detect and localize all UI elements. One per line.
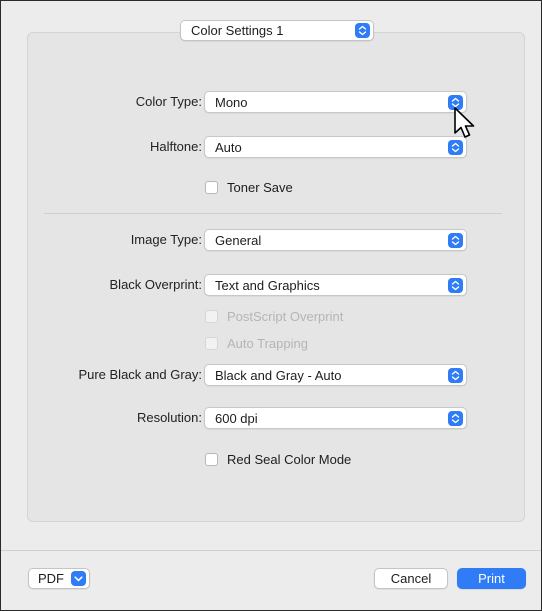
section-divider — [44, 213, 502, 214]
postscript-overprint-label: PostScript Overprint — [227, 309, 344, 324]
halftone-select[interactable]: Auto — [204, 136, 467, 158]
stepper-arrows-icon — [448, 278, 463, 293]
pure-black-gray-value: Black and Gray - Auto — [215, 368, 342, 383]
chevron-down-icon — [71, 571, 86, 586]
color-type-select[interactable]: Mono — [204, 91, 467, 113]
checkbox-box — [205, 310, 218, 323]
image-type-select[interactable]: General — [204, 229, 467, 251]
stepper-arrows-icon — [355, 23, 370, 38]
pure-black-gray-label: Pure Black and Gray: — [78, 367, 202, 382]
checkbox-box — [205, 337, 218, 350]
color-type-value: Mono — [215, 95, 248, 110]
checkbox-box[interactable] — [205, 453, 218, 466]
color-type-label: Color Type: — [135, 94, 202, 109]
resolution-select[interactable]: 600 dpi — [204, 407, 467, 429]
mouse-pointer-icon — [454, 107, 475, 138]
checkbox-box[interactable] — [205, 181, 218, 194]
black-overprint-value: Text and Graphics — [215, 278, 320, 293]
panel-selector-popup[interactable]: Color Settings 1 — [180, 20, 374, 41]
print-button[interactable]: Print — [457, 568, 526, 589]
resolution-value: 600 dpi — [215, 411, 258, 426]
halftone-value: Auto — [215, 140, 242, 155]
print-dialog: Color Settings 1 Color Type: Mono Halfto… — [0, 0, 542, 611]
stepper-arrows-icon — [448, 368, 463, 383]
image-type-value: General — [215, 233, 262, 248]
cancel-button[interactable]: Cancel — [374, 568, 448, 589]
auto-trapping-label: Auto Trapping — [227, 336, 308, 351]
stepper-arrows-icon — [448, 411, 463, 426]
panel-selector-value: Color Settings 1 — [191, 23, 284, 38]
pure-black-gray-select[interactable]: Black and Gray - Auto — [204, 364, 467, 386]
toner-save-label: Toner Save — [227, 180, 293, 195]
resolution-label: Resolution: — [136, 410, 202, 425]
black-overprint-label: Black Overprint: — [109, 277, 202, 292]
pdf-button-label: PDF — [38, 571, 64, 586]
stepper-arrows-icon — [448, 233, 463, 248]
halftone-label: Halftone: — [149, 139, 202, 154]
footer-divider — [1, 550, 541, 551]
pdf-menu-button[interactable]: PDF — [28, 568, 90, 589]
image-type-label: Image Type: — [130, 232, 202, 247]
red-seal-color-mode-label: Red Seal Color Mode — [227, 452, 352, 467]
black-overprint-select[interactable]: Text and Graphics — [204, 274, 467, 296]
